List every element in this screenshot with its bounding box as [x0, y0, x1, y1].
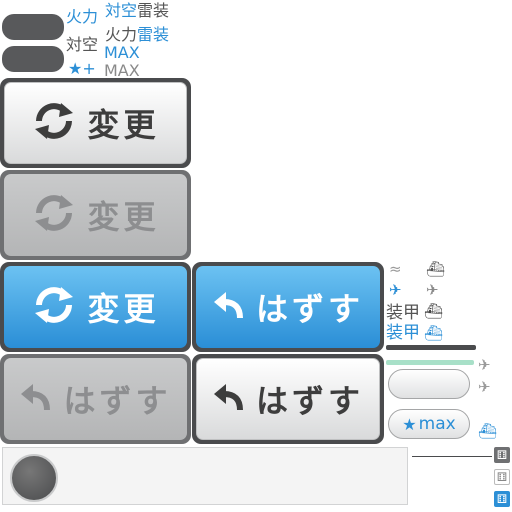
- stat-max-1: MAX: [104, 43, 140, 62]
- slider-knob[interactable]: [10, 454, 58, 502]
- armor-label: 装甲: [386, 303, 420, 323]
- ship-icon: ⛴: [478, 422, 498, 440]
- back-arrow-icon: [19, 382, 53, 416]
- plane-icon: ✈: [478, 378, 491, 396]
- stat-label: 火力: [66, 7, 99, 26]
- stat-max-2: MAX: [104, 61, 140, 80]
- change-button-disabled: 変更: [0, 170, 191, 260]
- torpedo-icon: ✈: [426, 281, 439, 299]
- remove-button-label: はずす: [255, 290, 364, 328]
- divider-dark: [386, 345, 476, 350]
- max-pill-button[interactable]: ★ max: [388, 409, 470, 439]
- dice-icon[interactable]: ⚅: [494, 469, 510, 485]
- change-button-label: 変更: [87, 290, 160, 328]
- divider-line: [412, 456, 492, 457]
- small-pill-button[interactable]: [388, 369, 470, 399]
- star-icon: ★: [68, 59, 83, 78]
- stat-label: +: [82, 59, 96, 78]
- change-button-label: 変更: [87, 106, 160, 144]
- progress-bar-green: [386, 360, 474, 365]
- dark-pill-2[interactable]: [2, 46, 64, 72]
- plane-icon: ✈: [478, 356, 491, 374]
- change-button-label: 変更: [87, 198, 160, 236]
- stat-row-2: 対空: [66, 36, 98, 53]
- ship-icon: ⛴: [426, 260, 446, 278]
- stat-label: 対空: [66, 35, 99, 54]
- refresh-icon: [31, 285, 77, 329]
- stat-row-4: ★+: [68, 60, 96, 77]
- change-button[interactable]: 変更: [0, 78, 191, 168]
- torpedo-icon: ✈: [389, 281, 402, 299]
- remove-button-active[interactable]: はずす: [192, 262, 384, 352]
- dice-icon[interactable]: ⚅: [494, 491, 510, 507]
- stat-label: 雷装: [137, 25, 170, 44]
- change-button-active[interactable]: 変更: [0, 262, 191, 352]
- remove-button-label: はずす: [255, 382, 364, 420]
- plane-icon: ≈: [389, 260, 402, 278]
- stat-label: 対空: [105, 1, 138, 20]
- star-icon: ★: [402, 414, 417, 434]
- max-label: max: [418, 414, 456, 434]
- slider-track[interactable]: [2, 447, 408, 505]
- back-arrow-icon: [212, 382, 246, 416]
- stat-row-1b: 対空雷装: [105, 2, 169, 19]
- stat-row-1: 火力: [66, 8, 98, 25]
- refresh-icon: [31, 101, 77, 145]
- stat-label: 火力: [105, 25, 138, 44]
- remove-button-disabled: はずす: [0, 354, 191, 444]
- back-arrow-icon: [212, 290, 246, 324]
- stat-row-2b: 火力雷装: [105, 26, 169, 43]
- refresh-icon: [31, 193, 77, 237]
- dark-pill-1[interactable]: [2, 14, 64, 40]
- remove-button[interactable]: はずす: [192, 354, 384, 444]
- dice-icon[interactable]: ⚅: [494, 447, 510, 463]
- ship-icon: ⛴: [424, 302, 444, 320]
- armor-label-blue: 装甲: [386, 323, 420, 343]
- ship-icon: ⛴: [424, 324, 444, 342]
- remove-button-label: はずす: [63, 382, 172, 420]
- stat-label: 雷装: [137, 1, 170, 20]
